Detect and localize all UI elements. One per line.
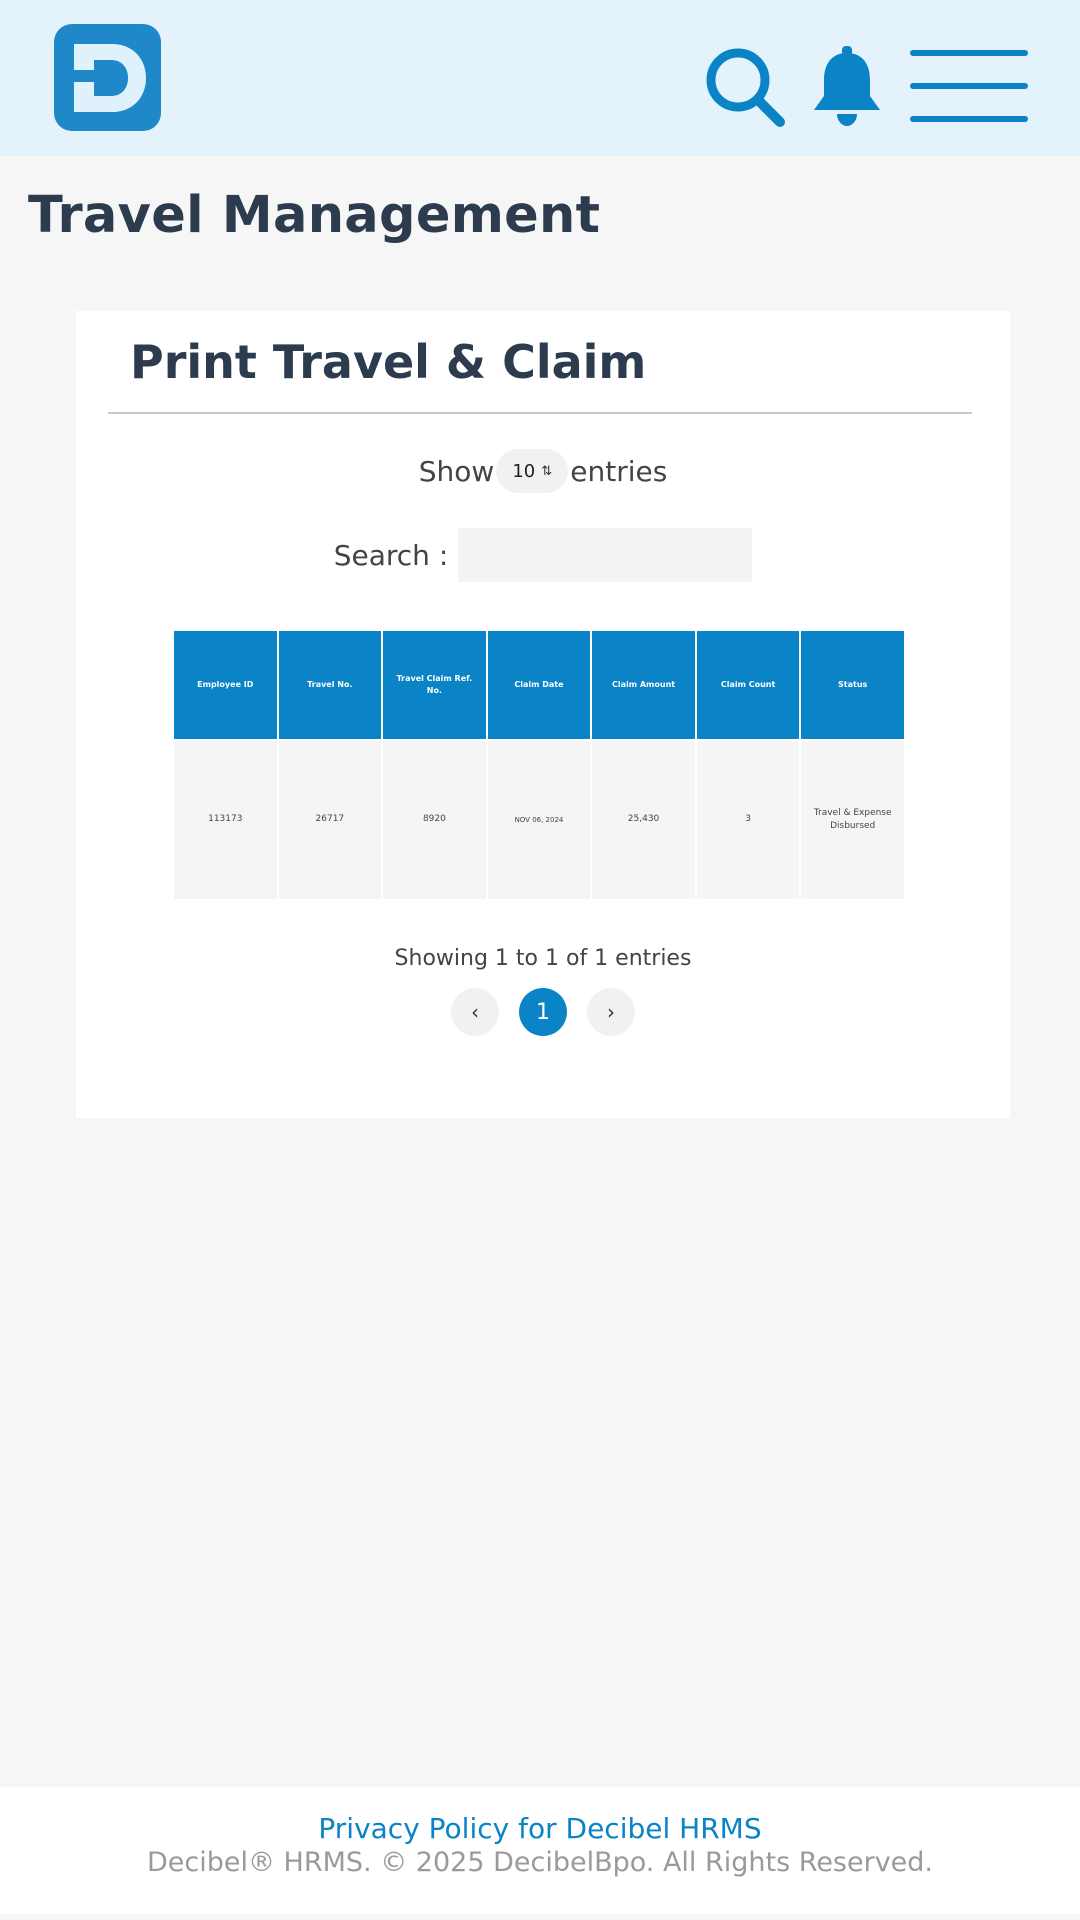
table-row[interactable]: 113173 26717 8920 NOV 06, 2024 25,430 3 … (174, 741, 904, 899)
table-header-row: Employee ID Travel No. Travel Claim Ref.… (174, 631, 904, 741)
divider (108, 412, 972, 414)
hamburger-menu-icon[interactable] (908, 50, 1030, 122)
column-header-claim-amount[interactable]: Claim Amount (592, 631, 695, 741)
column-header-employee-id[interactable]: Employee ID (174, 631, 277, 741)
entries-length-value: 10 (512, 460, 536, 482)
search-label: Search : (333, 538, 449, 572)
entries-length-control: Show 10 ⇅ entries (76, 449, 1010, 493)
previous-page-button[interactable]: ‹ (451, 988, 499, 1036)
page-title: Travel Management (28, 186, 601, 245)
cell-claim-count: 3 (696, 741, 800, 899)
column-header-travel-claim-ref[interactable]: Travel Claim Ref. No. (383, 631, 486, 741)
card-title: Print Travel & Claim (130, 335, 647, 389)
column-header-claim-date[interactable]: Claim Date (487, 631, 591, 741)
cell-employee-id: 113173 (174, 741, 277, 899)
search-input[interactable] (458, 528, 753, 582)
chevron-right-icon: › (607, 1000, 615, 1024)
updown-arrows-icon: ⇅ (541, 463, 553, 479)
cell-travel-claim-ref: 8920 (383, 741, 486, 899)
column-header-travel-no[interactable]: Travel No. (278, 631, 382, 741)
decibel-logo-icon[interactable] (54, 24, 161, 131)
cell-claim-date: NOV 06, 2024 (487, 741, 591, 899)
bell-icon[interactable] (812, 46, 882, 128)
pagination: ‹ 1 › (451, 988, 635, 1036)
cell-status: Travel & Expense Disbursed (801, 741, 904, 899)
page-1-button[interactable]: 1 (519, 988, 567, 1036)
column-header-claim-count[interactable]: Claim Count (696, 631, 800, 741)
footer: Privacy Policy for Decibel HRMS Decibel®… (0, 1787, 1080, 1914)
entries-length-select[interactable]: 10 ⇅ (496, 449, 569, 493)
entries-label: entries (570, 454, 668, 488)
show-label: Show (418, 454, 495, 488)
table-search: Search : (76, 528, 1010, 582)
search-icon[interactable] (704, 46, 786, 128)
claims-table: Employee ID Travel No. Travel Claim Ref.… (174, 631, 904, 899)
cell-travel-no: 26717 (278, 741, 382, 899)
copyright-text: Decibel® HRMS. © 2025 DecibelBpo. All Ri… (146, 1847, 934, 1878)
column-header-status[interactable]: Status (801, 631, 904, 741)
table-info: Showing 1 to 1 of 1 entries (394, 946, 692, 971)
print-travel-claim-card: Print Travel & Claim Show 10 ⇅ entries S… (76, 311, 1010, 1118)
chevron-left-icon: ‹ (471, 1000, 479, 1024)
privacy-policy-link[interactable]: Privacy Policy for Decibel HRMS (0, 1812, 1080, 1845)
cell-claim-amount: 25,430 (592, 741, 695, 899)
next-page-button[interactable]: › (587, 988, 635, 1036)
app-header (0, 0, 1080, 156)
